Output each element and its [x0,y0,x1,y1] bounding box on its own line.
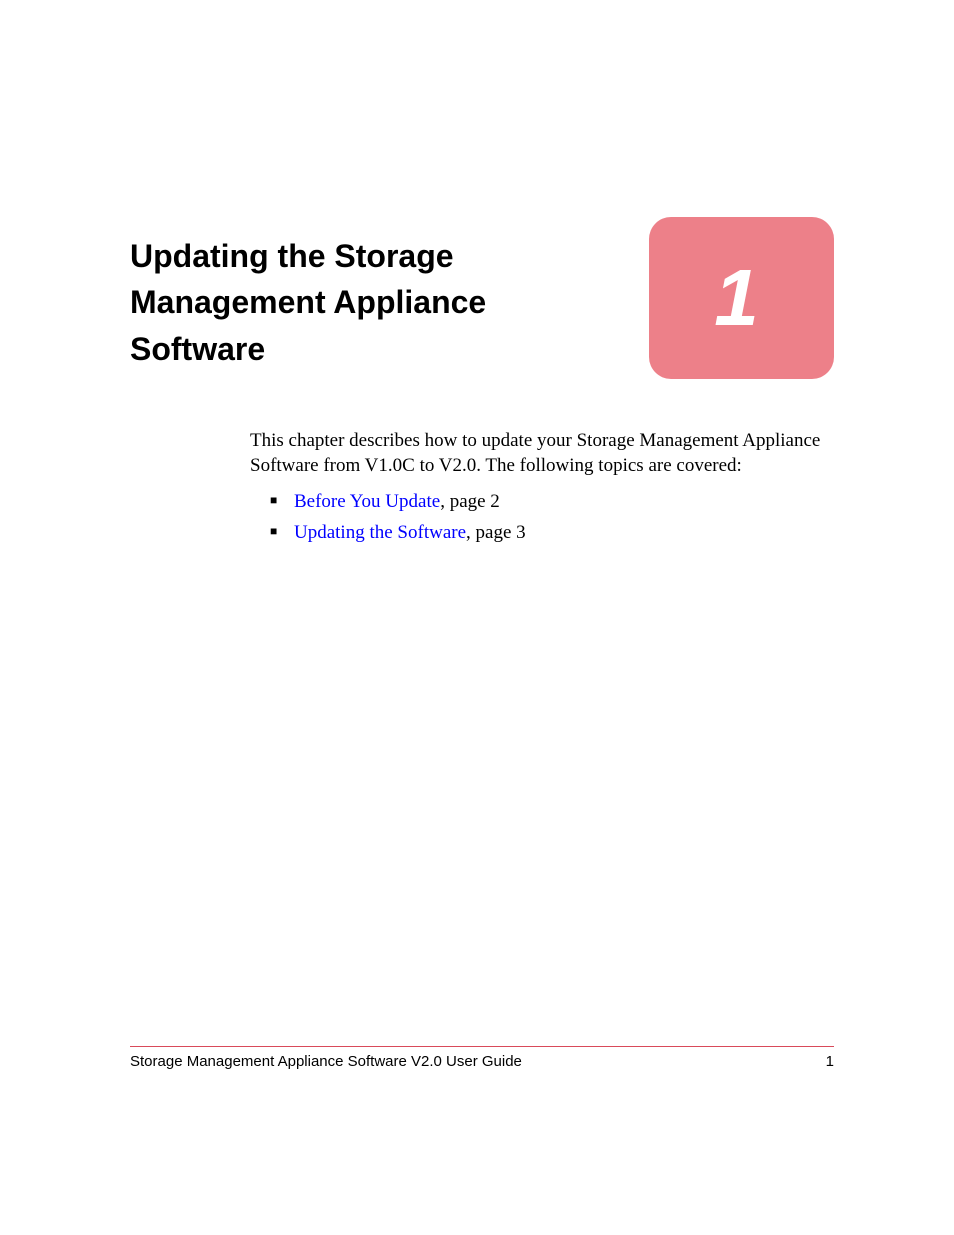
page-reference: , page 2 [440,491,500,512]
chapter-title: Updating the Storage Management Applianc… [130,225,550,372]
chapter-content: This chapter describes how to update you… [250,429,824,547]
chapter-number-badge: 1 [649,217,834,379]
chapter-header: Updating the Storage Management Applianc… [130,225,834,379]
intro-paragraph: This chapter describes how to update you… [250,429,824,478]
link-before-you-update[interactable]: Before You Update [294,491,440,512]
document-page: Updating the Storage Management Applianc… [0,0,954,1235]
footer-page-number: 1 [826,1053,834,1070]
link-updating-software[interactable]: Updating the Software [294,522,466,543]
chapter-number: 1 [714,252,769,344]
topic-list: Before You Update, page 2 Updating the S… [250,488,824,547]
list-item: Updating the Software, page 3 [270,519,824,548]
page-reference: , page 3 [466,522,526,543]
page-footer: Storage Management Appliance Software V2… [130,1046,834,1070]
list-item: Before You Update, page 2 [270,488,824,517]
footer-doc-title: Storage Management Appliance Software V2… [130,1053,522,1070]
